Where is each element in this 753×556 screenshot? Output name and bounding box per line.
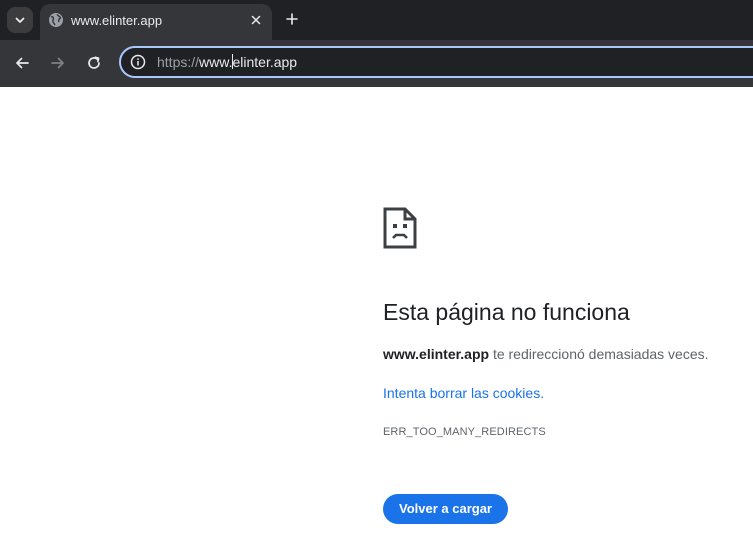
- error-title: Esta página no funciona: [383, 299, 630, 325]
- forward-button[interactable]: [45, 50, 71, 76]
- error-message: te redireccionó demasiadas veces.: [489, 346, 709, 362]
- tab-close-button[interactable]: [248, 12, 264, 28]
- tab-title: www.elinter.app: [71, 13, 163, 28]
- globe-icon: [49, 13, 63, 27]
- page-content: Esta página no funciona www.elinter.app …: [0, 87, 753, 556]
- plus-icon: [286, 13, 298, 25]
- toolbar: https://www.elinter.app: [0, 40, 753, 87]
- reload-page-button[interactable]: Volver a cargar: [383, 494, 508, 524]
- url-host: elinter.app: [232, 54, 298, 70]
- clear-cookies-link[interactable]: Intenta borrar las cookies.: [383, 384, 544, 402]
- arrow-left-icon: [16, 57, 29, 69]
- error-domain: www.elinter.app: [383, 346, 490, 362]
- browser-window: www.elinter.app https://www.elinter.app …: [0, 0, 753, 556]
- url-subdomain: www.: [199, 54, 233, 70]
- arrow-right-icon: [51, 57, 64, 69]
- tab-search-button[interactable]: [7, 7, 33, 33]
- tab-strip: www.elinter.app: [0, 0, 753, 40]
- reload-button[interactable]: [81, 50, 107, 76]
- address-url[interactable]: https://www.elinter.app: [157, 54, 297, 71]
- info-icon[interactable]: [130, 54, 146, 70]
- url-scheme: https://: [157, 54, 200, 70]
- reload-icon: [88, 56, 100, 69]
- error-description: www.elinter.app te redireccionó demasiad…: [383, 345, 709, 363]
- error-code: ERR_TOO_MANY_REDIRECTS: [383, 426, 546, 438]
- close-icon: [251, 15, 261, 25]
- back-button[interactable]: [9, 50, 35, 76]
- address-bar[interactable]: https://www.elinter.app: [119, 46, 753, 78]
- chevron-down-icon: [15, 17, 25, 23]
- tab-active[interactable]: www.elinter.app: [40, 4, 272, 40]
- sad-page-icon: [383, 207, 417, 249]
- new-tab-button[interactable]: [281, 8, 303, 30]
